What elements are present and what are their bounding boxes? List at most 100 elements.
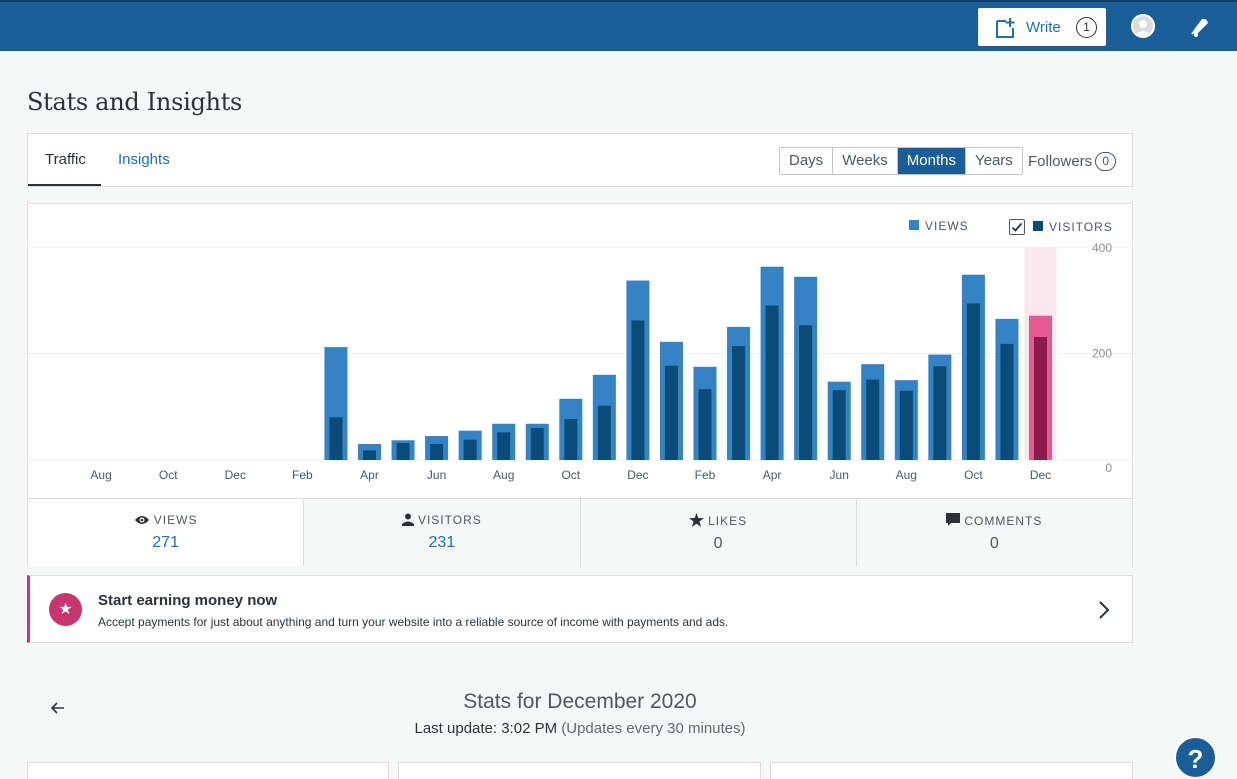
chevron-right-icon[interactable] bbox=[1098, 600, 1110, 620]
tile-comments-value: 0 bbox=[989, 535, 999, 552]
x-tick-label: Apr bbox=[763, 468, 782, 482]
x-tick-label: Dec bbox=[1030, 468, 1051, 482]
person-icon bbox=[401, 513, 414, 526]
legend-views-label: VIEWS bbox=[925, 219, 969, 233]
stats-tabs-card: Traffic Insights Days Weeks Months Years… bbox=[27, 133, 1133, 187]
x-tick-label: Oct bbox=[159, 468, 178, 482]
legend-visitors[interactable]: VISITORS bbox=[1009, 219, 1113, 235]
visitors-bar bbox=[966, 303, 980, 460]
followers-count: 0 bbox=[1095, 152, 1117, 171]
visitors-bar bbox=[1034, 336, 1047, 460]
tile-likes-label: LIKES bbox=[708, 514, 748, 528]
tile-visitors[interactable]: VISITORS 231 bbox=[303, 498, 580, 566]
x-tick-label: Oct bbox=[964, 468, 983, 482]
visitors-bar bbox=[933, 366, 947, 460]
legend-views: VIEWS bbox=[909, 219, 969, 233]
tile-views[interactable]: VIEWS 271 bbox=[28, 498, 304, 566]
x-tick-label: Apr bbox=[360, 468, 379, 482]
tile-views-label: VIEWS bbox=[153, 513, 198, 527]
visitors-checkbox[interactable] bbox=[1009, 219, 1025, 235]
module-card bbox=[770, 762, 1133, 779]
x-tick-label: Jun bbox=[830, 468, 849, 482]
views-bar-chart[interactable]: Aug Oct Dec Feb Apr Jun Aug Oct Dec Feb Apr Jun Aug O… bbox=[28, 204, 1132, 498]
tile-comments[interactable]: COMMENTS 0 bbox=[855, 498, 1132, 566]
visitors-bar bbox=[530, 428, 544, 460]
period-selector: Days Weeks Months Years bbox=[779, 147, 1023, 175]
x-tick-label: Feb bbox=[292, 468, 313, 482]
visitors-bar bbox=[698, 389, 712, 460]
visitors-bar bbox=[329, 417, 343, 460]
tile-likes[interactable]: LIKES 0 bbox=[579, 498, 856, 566]
bell-icon[interactable] bbox=[1188, 15, 1212, 39]
last-update: Last update: 3:02 PM (Updates every 30 m… bbox=[0, 720, 1160, 737]
chart-card: Aug Oct Dec Feb Apr Jun Aug Oct Dec Feb Apr Jun Aug O… bbox=[27, 203, 1133, 566]
followers-link[interactable]: Followers 0 bbox=[1028, 152, 1117, 171]
y-tick-label: 200 bbox=[1092, 347, 1112, 361]
visitors-bar bbox=[396, 442, 410, 460]
period-weeks[interactable]: Weeks bbox=[833, 148, 898, 174]
visitors-bar bbox=[597, 405, 611, 460]
period-title: Stats for December 2020 bbox=[463, 690, 697, 713]
visitors-bar bbox=[497, 432, 511, 460]
visitors-bar bbox=[765, 305, 779, 460]
followers-label: Followers bbox=[1028, 153, 1093, 170]
x-tick-label: Feb bbox=[695, 468, 716, 482]
eye-icon bbox=[134, 516, 149, 524]
last-update-label: Last update: 3:02 PM bbox=[414, 720, 558, 737]
checkmark-icon bbox=[1011, 222, 1023, 232]
period-days[interactable]: Days bbox=[780, 148, 834, 174]
visitors-bar bbox=[799, 325, 813, 460]
tile-comments-label: COMMENTS bbox=[964, 514, 1043, 528]
earn-description: Accept payments for just about anything … bbox=[98, 615, 729, 629]
visitors-bar bbox=[732, 346, 746, 460]
write-button[interactable]: Write 1 bbox=[978, 8, 1106, 46]
tile-likes-value: 0 bbox=[713, 535, 723, 552]
x-tick-label: Aug bbox=[493, 468, 514, 482]
tab-insights[interactable]: Insights bbox=[101, 134, 187, 186]
period-years[interactable]: Years bbox=[966, 148, 1022, 174]
period-months[interactable]: Months bbox=[897, 148, 966, 174]
visitors-bar bbox=[463, 439, 477, 460]
earn-money-banner[interactable]: ★ Start earning money now Accept payment… bbox=[27, 575, 1133, 643]
visitors-bar bbox=[631, 320, 645, 460]
visitors-bar bbox=[832, 390, 846, 460]
visitors-bar bbox=[564, 418, 578, 460]
tile-visitors-label: VISITORS bbox=[417, 513, 482, 527]
y-tick-label: 0 bbox=[1105, 461, 1112, 475]
y-tick-label: 400 bbox=[1092, 241, 1112, 255]
star-icon bbox=[689, 513, 705, 527]
visitors-swatch bbox=[1033, 221, 1043, 231]
tile-views-value: 271 bbox=[152, 534, 179, 551]
page-title: Stats and Insights bbox=[27, 88, 243, 116]
help-button[interactable]: ? bbox=[1174, 736, 1217, 779]
visitors-bar bbox=[664, 365, 678, 460]
star-badge-icon: ★ bbox=[49, 593, 82, 626]
comment-icon bbox=[946, 513, 961, 526]
compose-icon bbox=[996, 18, 1015, 38]
x-tick-label: Aug bbox=[90, 468, 111, 482]
summary-tiles: VIEWS 271 VISITORS 231 LIKES 0 COMMENTS … bbox=[28, 498, 1132, 566]
tile-visitors-value: 231 bbox=[428, 534, 456, 551]
last-update-note: (Updates every 30 minutes) bbox=[561, 720, 746, 737]
visitors-bar bbox=[1000, 343, 1014, 460]
draft-count-badge: 1 bbox=[1076, 17, 1097, 38]
tab-traffic[interactable]: Traffic bbox=[28, 134, 101, 186]
earn-title: Start earning money now bbox=[98, 592, 278, 609]
visitors-bar bbox=[866, 379, 880, 460]
x-tick-label: Oct bbox=[561, 468, 580, 482]
x-tick-label: Jun bbox=[427, 468, 446, 482]
visitors-bar bbox=[430, 444, 444, 460]
x-tick-label: Aug bbox=[896, 468, 917, 482]
visitors-bar bbox=[899, 390, 913, 460]
x-tick-label: Dec bbox=[627, 468, 648, 482]
write-label: Write bbox=[1026, 19, 1061, 36]
module-card bbox=[27, 762, 389, 779]
views-swatch bbox=[909, 220, 919, 230]
visitors-bar bbox=[363, 450, 376, 460]
avatar[interactable] bbox=[1131, 14, 1155, 38]
masterbar: Write 1 bbox=[0, 0, 1237, 51]
legend-visitors-label: VISITORS bbox=[1049, 220, 1113, 234]
x-tick-label: Dec bbox=[225, 468, 246, 482]
user-avatar-icon bbox=[1135, 20, 1151, 36]
module-card bbox=[398, 762, 761, 779]
